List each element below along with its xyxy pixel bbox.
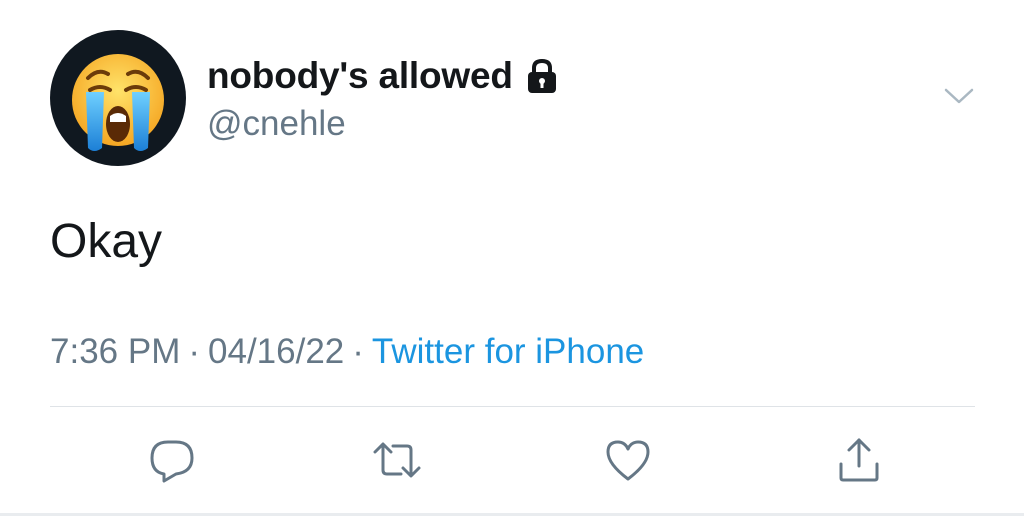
tweet-detail: nobody's allowed @cnehle Okay 7:36 PM · 04… xyxy=(0,0,1024,516)
tweet-source-link[interactable]: Twitter for iPhone xyxy=(372,332,644,371)
tweet-meta: 7:36 PM · 04/16/22 · Twitter for iPhone xyxy=(50,332,644,372)
user-handle[interactable]: @cnehle xyxy=(207,104,346,144)
display-name[interactable]: nobody's allowed xyxy=(207,55,513,97)
meta-separator: · xyxy=(188,332,201,371)
reply-icon xyxy=(150,440,194,483)
avatar[interactable] xyxy=(50,30,186,166)
reply-button[interactable] xyxy=(144,432,200,488)
heart-icon xyxy=(606,440,650,481)
like-button[interactable] xyxy=(600,432,656,488)
share-button[interactable] xyxy=(831,432,887,488)
divider xyxy=(50,406,975,407)
retweet-icon xyxy=(373,442,421,478)
chevron-down-icon[interactable] xyxy=(940,82,978,110)
crying-face-icon xyxy=(72,54,164,151)
name-row: nobody's allowed xyxy=(207,54,561,98)
meta-separator: · xyxy=(352,332,364,371)
lock-icon xyxy=(523,57,561,95)
retweet-button[interactable] xyxy=(369,432,425,488)
tweet-date[interactable]: 04/16/22 xyxy=(208,332,344,371)
tweet-time[interactable]: 7:36 PM xyxy=(50,332,180,371)
tweet-actions xyxy=(0,432,1024,492)
share-icon xyxy=(839,438,879,482)
tweet-text: Okay xyxy=(50,215,163,268)
